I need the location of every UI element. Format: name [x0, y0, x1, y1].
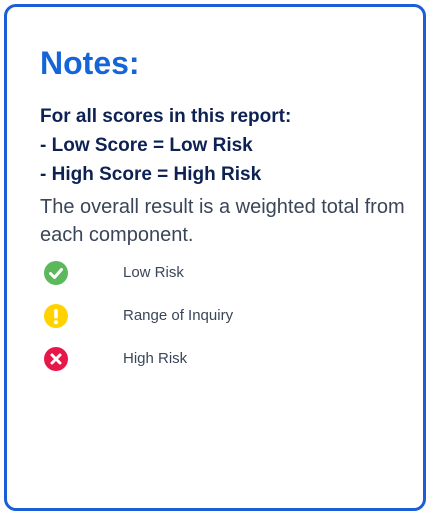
check-circle-icon — [44, 261, 68, 285]
high-score-line: - High Score = High Risk — [40, 164, 262, 185]
notes-card: Notes: For all scores in this report: - … — [4, 4, 426, 511]
notes-title: Notes: — [40, 45, 140, 81]
legend-label-low-risk: Low Risk — [123, 264, 184, 281]
exclamation-circle-icon — [44, 304, 68, 328]
scores-intro-line: For all scores in this report: — [40, 106, 292, 127]
low-score-line: - Low Score = Low Risk — [40, 135, 253, 156]
legend-label-high-risk: High Risk — [123, 350, 188, 367]
overall-result-description: The overall result is a weighted total f… — [40, 196, 405, 246]
x-circle-icon — [44, 347, 68, 371]
legend-label-range-of-inquiry: Range of Inquiry — [123, 307, 234, 324]
